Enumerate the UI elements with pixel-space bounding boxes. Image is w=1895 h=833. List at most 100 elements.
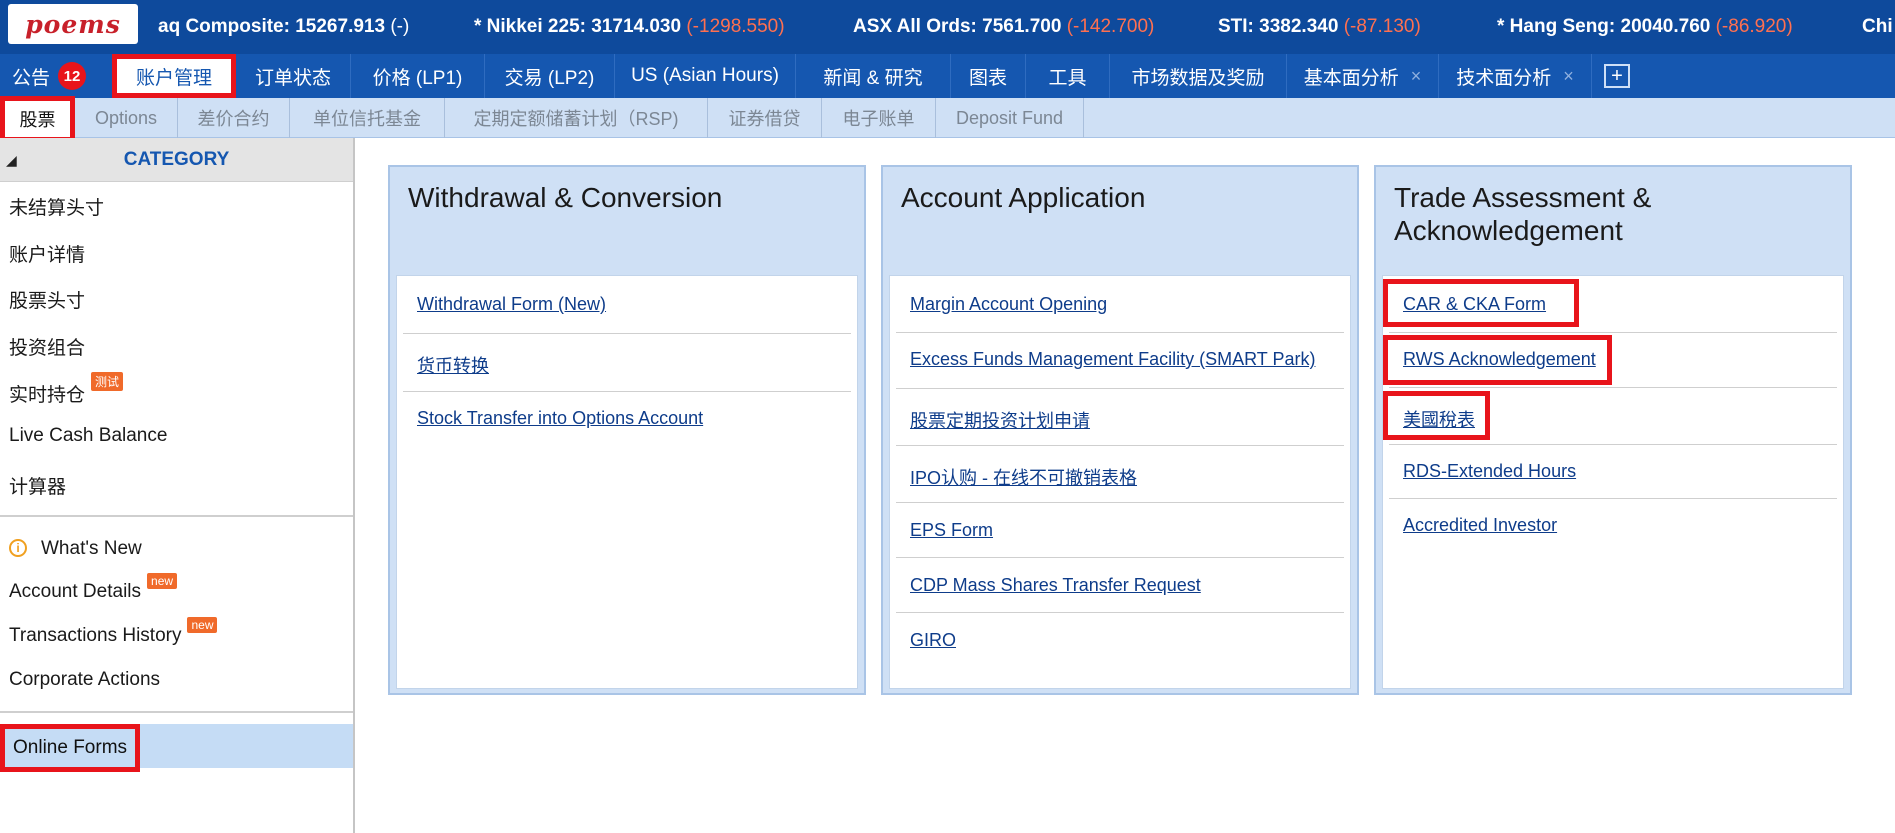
nav-announcement[interactable]: 公告 12 [0, 54, 110, 98]
link-row: CDP Mass Shares Transfer Request [896, 558, 1344, 613]
ticker-item: ASX All Ords: 7561.700 (-142.700) [853, 16, 1154, 38]
subtab-unit-trusts[interactable]: 单位信托基金 [290, 98, 445, 138]
subtab-label: Deposit Fund [955, 107, 1064, 128]
subtab-label: 电子账单 [842, 109, 915, 129]
link-row: Stock Transfer into Options Account [403, 392, 851, 450]
ticker-item: * Nikkei 225: 31714.030 (-1298.550) [474, 16, 785, 38]
subtab-rsp[interactable]: 定期定额储蓄计划（RSP) [445, 98, 708, 138]
sidebar: ◢ CATEGORY 未结算头寸 账户详情 股票头寸 投资组合 实时持仓测试 L… [0, 138, 355, 833]
sidebar-item-whats-new[interactable]: i What's New [9, 538, 142, 560]
subtab-securities-lending[interactable]: 证券借贷 [708, 98, 822, 138]
tab-charts[interactable]: 图表 [951, 54, 1026, 98]
highlight-us-tax [1383, 391, 1490, 440]
ticker-name: ASX All Ords: 7561.700 [853, 16, 1062, 37]
link-accredited-investor[interactable]: Accredited Investor [1403, 515, 1557, 536]
sidebar-item-calculator[interactable]: 计算器 [9, 472, 66, 499]
sidebar-item-portfolio[interactable]: 投资组合 [9, 333, 85, 360]
tab-label: 基本面分析 [1303, 67, 1399, 89]
subtab-label: 单位信托基金 [313, 109, 421, 129]
tab-news-research[interactable]: 新闻 & 研究 [796, 54, 951, 98]
tab-label: 交易 (LP2) [504, 67, 595, 89]
tab-label: 市场数据及奖励 [1131, 67, 1265, 89]
tab-label: 技术面分析 [1456, 67, 1552, 89]
sidebar-divider [0, 711, 353, 713]
sidebar-item-stock-positions[interactable]: 股票头寸 [9, 286, 85, 313]
tab-label: 价格 (LP1) [372, 67, 463, 89]
tab-market-data-rewards[interactable]: 市场数据及奖励 [1110, 54, 1287, 98]
subtab-label: 证券借贷 [728, 109, 801, 129]
highlight-rws [1383, 335, 1612, 385]
poems-logo[interactable]: poems [8, 4, 138, 44]
close-icon[interactable]: × [1563, 66, 1574, 87]
ticker-name: * Hang Seng: 20040.760 [1497, 16, 1711, 37]
ticker-item: * Hang Seng: 20040.760 (-86.920) [1497, 16, 1793, 38]
ticker-name: aq Composite: 15267.913 [158, 16, 386, 37]
tab-label: 工具 [1048, 67, 1087, 89]
card-title: Account Application [901, 182, 1146, 213]
test-tag: 测试 [91, 372, 124, 391]
subtab-e-statements[interactable]: 电子账单 [822, 98, 936, 138]
online-forms-highlight: Online Forms [0, 724, 141, 772]
link-row: 股票定期投资计划申请 [896, 389, 1344, 446]
sidebar-item-transactions-history[interactable]: Transactions History new [9, 617, 218, 647]
link-eps-form[interactable]: EPS Form [910, 520, 993, 541]
tab-price-lp1[interactable]: 价格 (LP1) [351, 54, 485, 98]
link-stock-transfer-options[interactable]: Stock Transfer into Options Account [417, 408, 703, 429]
tab-technical-analysis[interactable]: 技术面分析 × [1439, 54, 1592, 98]
subtab-label: 差价合约 [197, 109, 270, 129]
link-cdp-mass-transfer[interactable]: CDP Mass Shares Transfer Request [910, 575, 1201, 596]
link-withdrawal-form[interactable]: Withdrawal Form (New) [417, 294, 606, 315]
tab-tools[interactable]: 工具 [1026, 54, 1110, 98]
subtab-label: Options [94, 107, 158, 128]
sidebar-item-label: Account Details [9, 581, 142, 602]
sidebar-item-account-details-cn[interactable]: 账户详情 [9, 240, 85, 267]
ticker-name: STI: 3382.340 [1218, 16, 1339, 37]
tab-fundamental-analysis[interactable]: 基本面分析 × [1287, 54, 1439, 98]
subtab-cfd[interactable]: 差价合约 [178, 98, 290, 138]
link-currency-conversion[interactable]: 货币转换 [417, 352, 489, 378]
tab-order-status[interactable]: 订单状态 [236, 54, 351, 98]
sub-tabs: 股票 Options 差价合约 单位信托基金 定期定额储蓄计划（RSP) 证券借… [0, 96, 1895, 142]
link-ipo-subscription[interactable]: IPO认购 - 在线不可撤销表格 [910, 464, 1137, 490]
tab-account-management[interactable]: 账户管理 [112, 54, 236, 98]
ticker-change: (-87.130) [1343, 16, 1421, 37]
subtab-label: 定期定额储蓄计划（RSP) [473, 109, 679, 129]
sidebar-item-live-cash-balance[interactable]: Live Cash Balance [9, 425, 167, 447]
sidebar-item-label: 实时持仓 [9, 385, 86, 406]
subtab-stocks[interactable]: 股票 [0, 96, 75, 142]
tab-label: 账户管理 [135, 67, 212, 89]
link-rds-extended-hours[interactable]: RDS-Extended Hours [1403, 461, 1576, 482]
link-smart-park[interactable]: Excess Funds Management Facility (SMART … [910, 349, 1315, 370]
card-body: Withdrawal Form (New) 货币转换 Stock Transfe… [396, 275, 858, 689]
sidebar-item-label: 未结算头寸 [9, 198, 105, 219]
sidebar-item-label: Transactions History [9, 625, 182, 646]
link-row: Margin Account Opening [896, 276, 1344, 333]
category-header[interactable]: ◢ CATEGORY [0, 138, 353, 182]
tab-label: 新闻 & 研究 [823, 67, 923, 89]
sidebar-item-unsettled-positions[interactable]: 未结算头寸 [9, 193, 104, 220]
link-margin-account-opening[interactable]: Margin Account Opening [910, 294, 1107, 315]
sidebar-item-online-forms[interactable]: Online Forms [0, 724, 353, 772]
subtab-deposit-fund[interactable]: Deposit Fund [936, 98, 1084, 138]
sidebar-divider [0, 515, 353, 517]
card-account-application: Account Application Margin Account Openi… [881, 165, 1359, 695]
sidebar-item-label: Live Cash Balance [9, 425, 168, 446]
add-tab-button[interactable]: + [1604, 64, 1630, 88]
sidebar-item-account-details[interactable]: Account Details new [9, 573, 178, 603]
link-giro[interactable]: GIRO [910, 630, 956, 651]
close-icon[interactable]: × [1411, 66, 1422, 87]
link-row: Withdrawal Form (New) [403, 276, 851, 334]
sidebar-item-label: 账户详情 [9, 245, 86, 266]
sidebar-item-realtime-positions[interactable]: 实时持仓测试 [9, 372, 124, 407]
ticker-change: (-) [390, 16, 410, 37]
sidebar-item-corporate-actions[interactable]: Corporate Actions [9, 669, 160, 691]
subtab-options[interactable]: Options [75, 98, 178, 138]
tab-trade-lp2[interactable]: 交易 (LP2) [485, 54, 615, 98]
sidebar-item-label: What's New [41, 538, 142, 559]
tab-us-asian-hours[interactable]: US (Asian Hours) [615, 54, 796, 98]
link-rsp-application[interactable]: 股票定期投资计划申请 [910, 407, 1090, 433]
info-icon: i [9, 539, 27, 557]
ticker-name: Chi [1862, 16, 1893, 37]
card-title: Withdrawal & Conversion [408, 182, 723, 213]
plus-icon: + [1611, 65, 1623, 87]
